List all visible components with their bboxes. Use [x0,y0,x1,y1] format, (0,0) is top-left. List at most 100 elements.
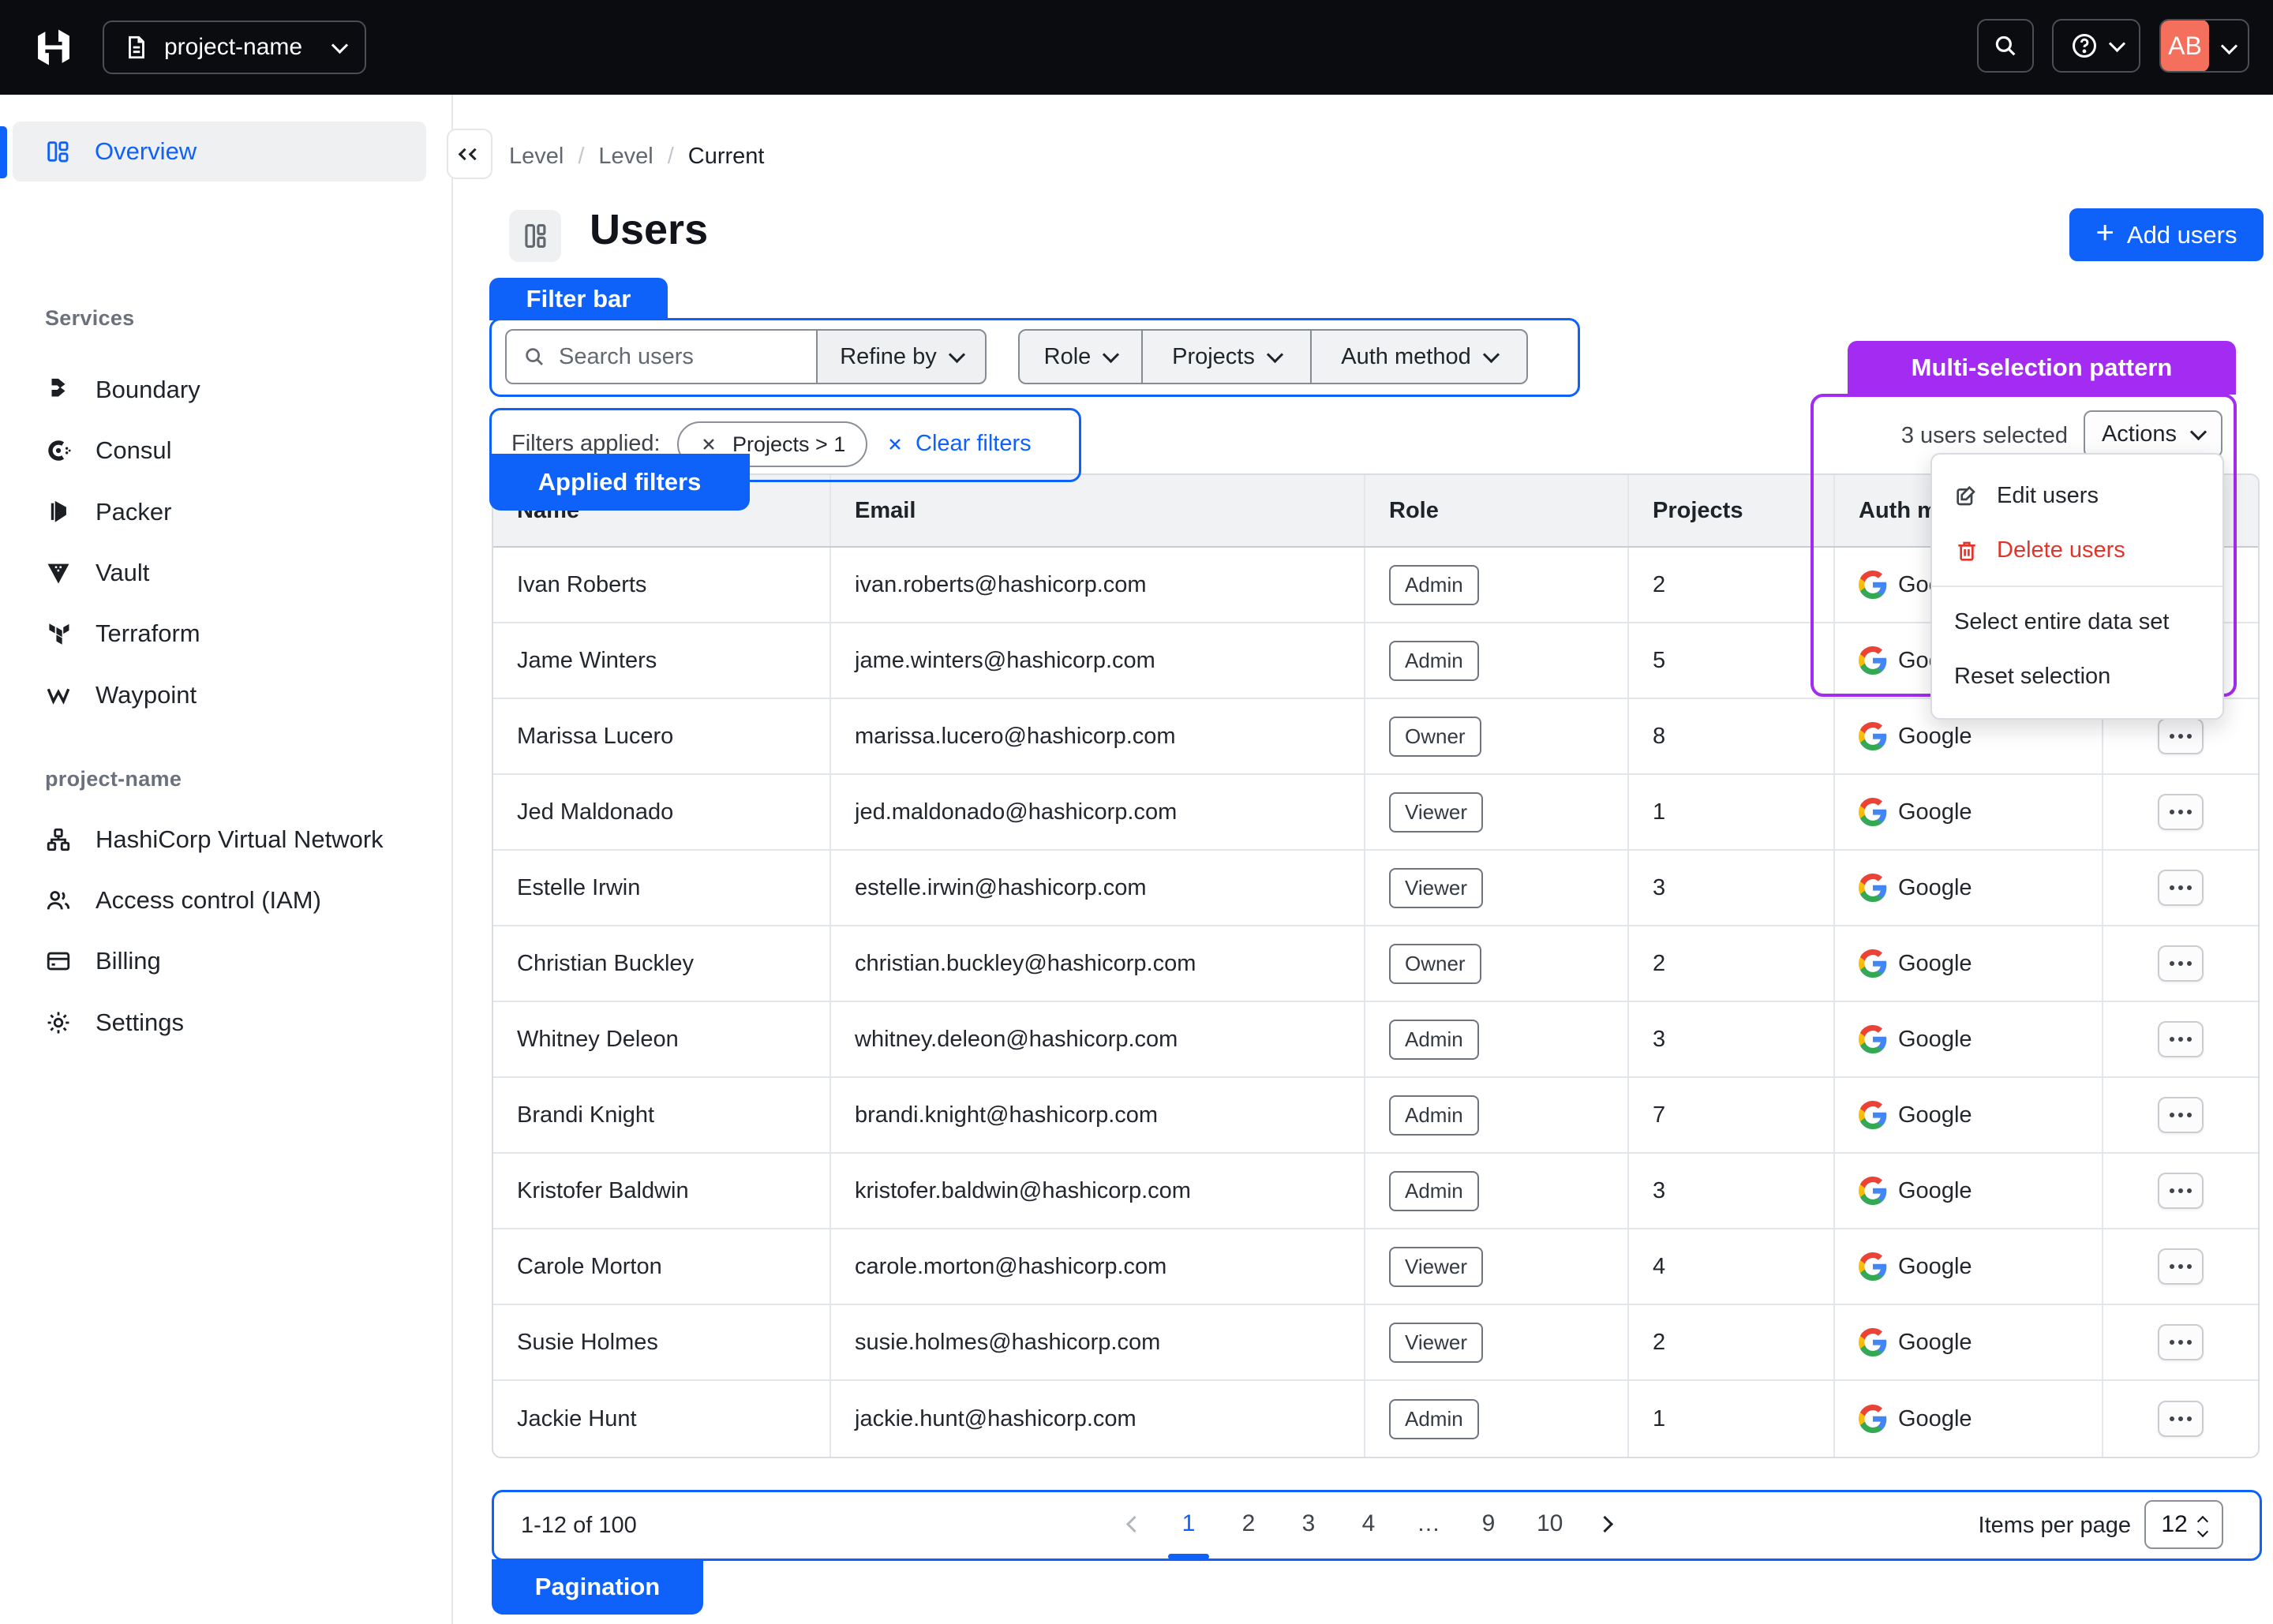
add-users-button[interactable]: + Add users [2069,208,2264,261]
cell-email: christian.buckley@hashicorp.com [831,926,1365,1001]
row-overflow-menu-button[interactable] [2158,1324,2204,1360]
account-menu-button[interactable]: AB [2159,19,2249,73]
sidebar-item-label: HashiCorp Virtual Network [95,825,384,854]
cell-role: Admin [1365,1381,1629,1457]
row-overflow-menu-button[interactable] [2158,1097,2204,1133]
grid-icon [44,138,71,165]
cell-projects: 1 [1629,1381,1835,1457]
auth-method-filter-dropdown[interactable]: Auth method [1312,331,1526,383]
breadcrumb-level[interactable]: Level [509,144,564,170]
next-page-button[interactable] [1599,1518,1611,1530]
cell-projects: 3 [1629,1154,1835,1228]
menu-item-reset-selection[interactable]: Reset selection [1932,649,2222,704]
row-overflow-menu-button[interactable] [2158,1248,2204,1285]
sidebar-item-label: Terraform [95,619,200,648]
breadcrumb-current: Current [688,144,765,170]
column-header-email[interactable]: Email [831,475,1365,546]
page-number[interactable]: 4 [1357,1506,1380,1542]
sidebar-collapse-button[interactable] [447,129,492,179]
sidebar-item-iam[interactable]: Access control (IAM) [13,870,426,930]
menu-item-delete-users[interactable]: Delete users [1932,523,2222,578]
row-overflow-menu-button[interactable] [2158,1401,2204,1437]
users-icon [45,887,72,914]
google-icon [1859,722,1887,750]
page-number[interactable]: 1 [1177,1506,1200,1542]
table-row: Estelle Irwin estelle.irwin@hashicorp.co… [493,851,2258,926]
role-badge: Viewer [1389,792,1483,833]
row-overflow-menu-button[interactable] [2158,945,2204,982]
sidebar-section-services: Services [45,306,135,331]
search-icon [522,345,546,369]
chevron-down-icon [1267,346,1283,362]
role-badge: Viewer [1389,1323,1483,1363]
sidebar-item-hvn[interactable]: HashiCorp Virtual Network [13,810,426,870]
sidebar-item-settings[interactable]: Settings [13,993,426,1053]
consul-icon [45,437,72,464]
hashicorp-logo[interactable] [33,27,74,68]
cell-name: Whitney Deleon [493,1002,831,1076]
cell-role: Viewer [1365,1229,1629,1304]
row-overflow-menu-button[interactable] [2158,1021,2204,1057]
search-input[interactable]: Search users [505,329,818,384]
avatar: AB [2161,20,2209,72]
projects-filter-dropdown[interactable]: Projects [1143,331,1312,383]
table-row: Christian Buckley christian.buckley@hash… [493,926,2258,1002]
chevron-down-icon [2190,423,2207,440]
clear-filters-link[interactable]: Clear filters [886,431,1032,457]
annotation-multi-selection: Multi-selection pattern [1848,341,2236,395]
stepper-arrows-icon [2199,1514,2207,1536]
column-header-projects[interactable]: Projects [1629,475,1835,546]
cell-actions [2103,851,2258,925]
sidebar-item-vault[interactable]: Vault [13,543,426,603]
global-search-button[interactable] [1977,19,2034,73]
cell-projects: 8 [1629,699,1835,773]
cell-name: Jame Winters [493,623,831,698]
sidebar-item-boundary[interactable]: Boundary [13,360,426,420]
cell-name: Brandi Knight [493,1078,831,1152]
previous-page-button[interactable] [1129,1518,1140,1530]
close-icon[interactable] [699,435,718,454]
sidebar-item-waypoint[interactable]: Waypoint [13,665,426,725]
row-overflow-menu-button[interactable] [2158,718,2204,754]
breadcrumb-level[interactable]: Level [598,144,653,170]
menu-item-select-entire-data-set[interactable]: Select entire data set [1932,595,2222,649]
row-overflow-menu-button[interactable] [2158,870,2204,906]
row-overflow-menu-button[interactable] [2158,1173,2204,1209]
table-row: Carole Morton carole.morton@hashicorp.co… [493,1229,2258,1305]
sidebar-item-consul[interactable]: Consul [13,421,426,481]
menu-item-edit-users[interactable]: Edit users [1932,469,2222,523]
actions-dropdown-button[interactable]: Actions [2084,410,2222,458]
table-row: Whitney Deleon whitney.deleon@hashicorp.… [493,1002,2258,1078]
sidebar-item-terraform[interactable]: Terraform [13,604,426,664]
refine-by-dropdown[interactable]: Refine by [816,329,987,384]
sidebar-item-billing[interactable]: Billing [13,931,426,991]
page-number[interactable]: 2 [1237,1506,1260,1542]
page-number[interactable]: 10 [1537,1506,1563,1542]
chevron-right-icon [1597,1515,1613,1532]
table-row: Jackie Hunt jackie.hunt@hashicorp.com Ad… [493,1381,2258,1457]
row-overflow-menu-button[interactable] [2158,794,2204,830]
sidebar-item-overview[interactable]: Overview [13,122,426,181]
page-number[interactable]: 3 [1297,1506,1320,1542]
column-header-role[interactable]: Role [1365,475,1629,546]
items-per-page-select[interactable]: 12 [2144,1500,2223,1549]
cell-auth-method: Google [1835,926,2103,1001]
project-switcher[interactable]: project-name [103,21,366,74]
sidebar-item-label: Vault [95,559,149,587]
chevron-down-icon [1483,346,1500,362]
role-badge: Admin [1389,1020,1479,1060]
sidebar-item-packer[interactable]: Packer [13,482,426,542]
table-row: Jed Maldonado jed.maldonado@hashicorp.co… [493,775,2258,851]
cell-actions [2103,1154,2258,1228]
filter-chip-label: Projects > 1 [732,432,845,457]
help-menu-button[interactable] [2052,19,2140,73]
sidebar-section-project: project-name [45,767,182,791]
edit-icon [1954,484,1979,509]
role-filter-dropdown[interactable]: Role [1020,331,1143,383]
role-badge: Viewer [1389,868,1483,908]
table-row: Brandi Knight brandi.knight@hashicorp.co… [493,1078,2258,1154]
sidebar-item-label: Packer [95,498,171,526]
cell-role: Admin [1365,1078,1629,1152]
page-number[interactable]: 9 [1477,1506,1500,1542]
pagination-range: 1-12 of 100 [521,1513,637,1539]
